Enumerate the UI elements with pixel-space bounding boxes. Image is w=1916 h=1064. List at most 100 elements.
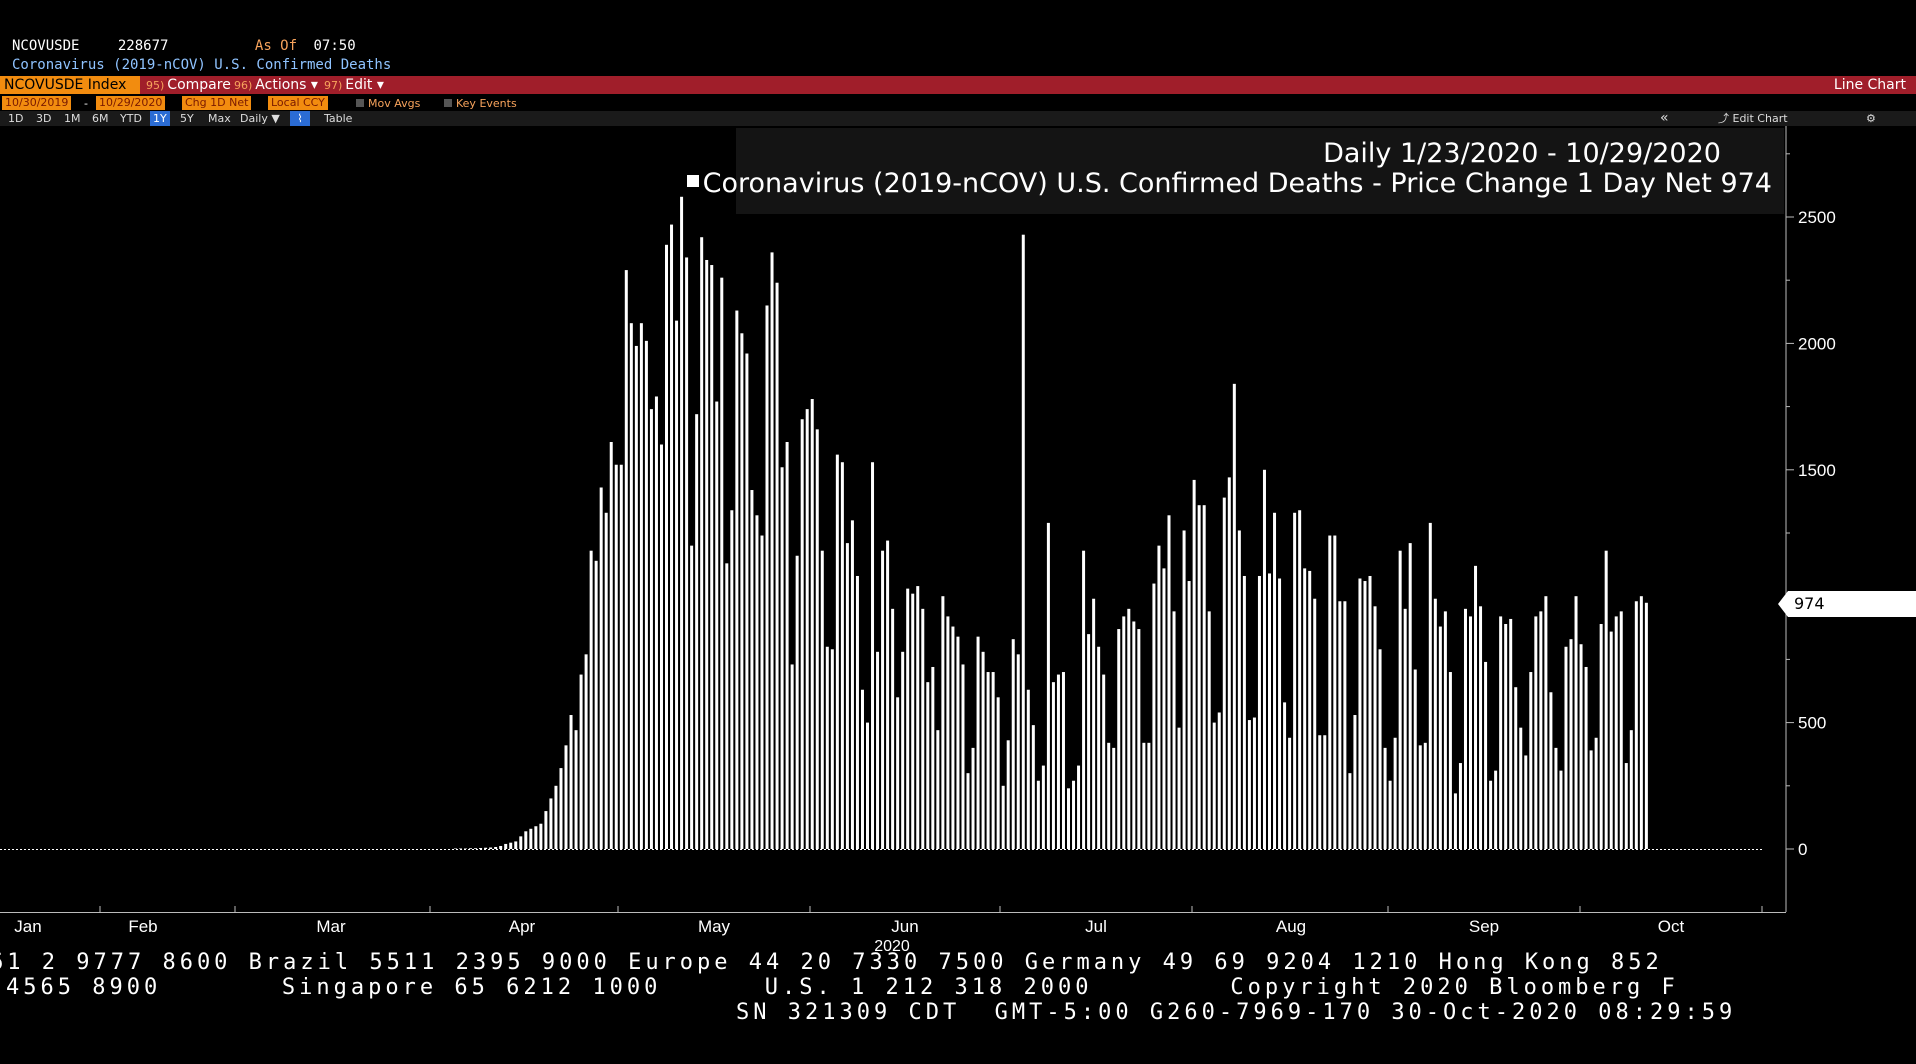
bar: [845, 543, 849, 849]
y-tick-label: 2000: [1798, 334, 1836, 353]
bar: [1087, 634, 1091, 849]
bar: [1604, 550, 1608, 849]
bar: [946, 616, 950, 849]
x-tick-label: Feb: [128, 917, 157, 936]
bar: [1222, 497, 1226, 849]
bar: [1202, 505, 1206, 849]
bar: [1112, 747, 1116, 849]
footer-line-1: 61 2 9777 8600 Brazil 5511 2395 9000 Eur…: [0, 950, 1663, 975]
bar: [1293, 512, 1297, 849]
bar: [514, 841, 518, 849]
bar: [1539, 611, 1543, 849]
bar: [1378, 649, 1382, 849]
bar: [1408, 543, 1412, 849]
bar: [1383, 747, 1387, 849]
bar: [1639, 596, 1643, 849]
bar: [1187, 581, 1191, 849]
bar: [665, 244, 668, 849]
bar: [1584, 666, 1588, 849]
bar: [614, 464, 618, 849]
bar: [629, 323, 633, 849]
bar: [1082, 550, 1086, 849]
bar: [1499, 616, 1503, 849]
bar: [458, 848, 462, 849]
bar: [805, 409, 809, 849]
bar: [1046, 522, 1050, 849]
bar: [1519, 727, 1523, 849]
bar: [901, 651, 905, 849]
bar: [1152, 583, 1156, 849]
bar: [810, 399, 814, 849]
last-value-tag: 974 NCOVUSDE: [1778, 591, 1916, 639]
bar: [876, 651, 880, 849]
bar: [695, 414, 699, 849]
bar: [886, 540, 890, 849]
bar: [815, 429, 819, 849]
bar: [855, 575, 859, 849]
bar: [745, 353, 749, 849]
bar: [569, 715, 573, 849]
legend-value: 974: [1720, 168, 1772, 199]
bar: [720, 277, 724, 849]
bar: [1212, 722, 1216, 849]
bar: [1614, 616, 1618, 849]
bar: [1137, 629, 1141, 849]
bar: [1509, 618, 1513, 849]
bar: [1438, 626, 1442, 849]
bar: [941, 596, 945, 849]
bar: [1644, 602, 1648, 849]
bar: [1484, 661, 1488, 849]
bar: [1127, 608, 1131, 849]
bar: [609, 441, 613, 849]
bar: [1252, 717, 1256, 849]
bar: [599, 487, 603, 849]
bar: [494, 846, 498, 849]
bar: [1443, 611, 1447, 849]
bar: [1353, 715, 1357, 849]
bar: [951, 626, 955, 849]
chart-legend: Daily 1/23/2020 - 10/29/2020 Coronavirus…: [686, 128, 1784, 214]
bar: [604, 512, 608, 849]
x-tick-label: Aug: [1276, 917, 1306, 936]
x-tick-label: May: [698, 917, 731, 936]
bar: [474, 848, 478, 849]
bar: [705, 259, 709, 850]
bar: [725, 563, 729, 849]
bar: [504, 843, 508, 849]
bar: [795, 555, 799, 849]
bar: [574, 730, 578, 849]
bar: [534, 826, 538, 849]
bar: [1534, 616, 1538, 849]
bar: [1524, 755, 1528, 849]
bar: [971, 747, 975, 849]
bar: [916, 586, 920, 849]
bar: [1067, 788, 1070, 849]
bar: [1569, 639, 1573, 849]
bar: [1348, 773, 1352, 849]
series-swatch: [686, 174, 699, 187]
bar: [634, 345, 638, 849]
x-tick-label: Mar: [316, 917, 346, 936]
bar: [860, 689, 864, 849]
bar: [1463, 608, 1467, 849]
bar: [1072, 780, 1076, 849]
bar: [1489, 780, 1493, 849]
bar: [1056, 674, 1060, 849]
bar: [735, 310, 739, 849]
bar: [1283, 702, 1287, 849]
bar: [1544, 596, 1548, 849]
bar: [825, 646, 829, 849]
bar: [1227, 477, 1231, 849]
bar: [1298, 510, 1302, 849]
bar: [891, 608, 895, 849]
bar: [1177, 727, 1181, 849]
bar: [765, 305, 769, 850]
bar: [1147, 742, 1151, 849]
bar: [715, 401, 719, 849]
bar: [1303, 568, 1307, 849]
bar: [559, 768, 563, 849]
bar: [1428, 522, 1432, 849]
bar: [1036, 780, 1040, 849]
bar: [584, 654, 588, 849]
bar: [1207, 611, 1211, 849]
